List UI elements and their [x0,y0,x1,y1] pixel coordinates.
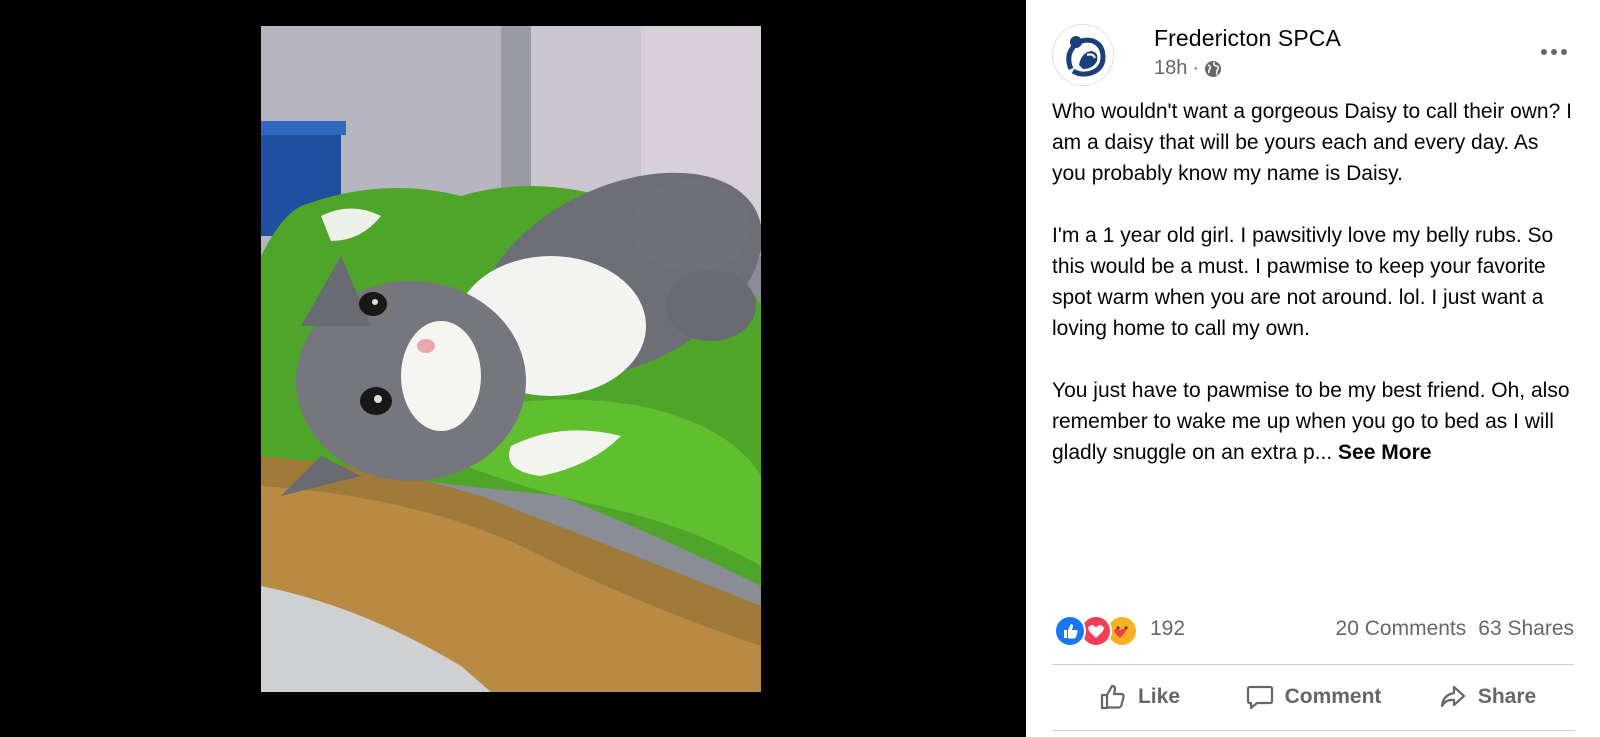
thumbs-up-icon [1100,684,1125,710]
share-icon [1440,685,1465,708]
dot-icon [1541,49,1547,55]
like-label: Like [1137,685,1181,708]
post-paragraph-3-text: You just have to pawmise to be my best f… [1052,379,1570,464]
share-button[interactable]: Share [1400,668,1574,726]
cat-photo-illustration [261,26,761,692]
dot-icon [1551,49,1557,55]
post-header: Fredericton SPCA 18h · [1052,24,1574,86]
globe-icon [1205,60,1222,77]
reactions-bar: 192 20 Comments 63 Shares [1052,612,1574,648]
comments-count[interactable]: 20 Comments [1336,617,1467,640]
reaction-count[interactable]: 192 [1150,617,1185,641]
page-avatar[interactable] [1052,24,1114,86]
divider-bottom [1052,730,1574,731]
post-stats: 20 Comments 63 Shares [1336,617,1574,641]
comment-icon [1246,685,1273,710]
comment-button[interactable]: Comment [1226,668,1400,726]
reaction-icons[interactable] [1054,615,1144,647]
post-text: Who wouldn't want a gorgeous Daisy to ca… [1052,96,1576,499]
shares-count[interactable]: 63 Shares [1478,617,1574,640]
post-photo[interactable] [261,26,761,692]
like-button[interactable]: Like [1052,668,1226,726]
post-paragraph-3: You just have to pawmise to be my best f… [1052,375,1576,468]
post-paragraph-1: Who wouldn't want a gorgeous Daisy to ca… [1052,100,1572,185]
spca-logo-icon [1054,26,1113,85]
share-label: Share [1477,685,1537,708]
photo-viewer [0,0,1026,737]
post-meta: 18h · [1154,57,1222,80]
meta-separator: · [1192,57,1200,79]
post-actions: Like Comment Share [1052,668,1574,726]
post-time[interactable]: 18h [1154,57,1187,80]
dot-icon [1561,49,1567,55]
divider-top [1052,664,1574,665]
comment-label: Comment [1284,685,1382,708]
post-paragraph-2: I'm a 1 year old girl. I pawsitivly love… [1052,224,1554,340]
more-options-button[interactable] [1534,38,1574,66]
post-panel: Fredericton SPCA 18h · Who wouldn't want… [1026,0,1600,737]
page-name[interactable]: Fredericton SPCA [1154,25,1341,52]
see-more-link[interactable]: See More [1338,441,1431,464]
like-icon [1054,615,1086,647]
